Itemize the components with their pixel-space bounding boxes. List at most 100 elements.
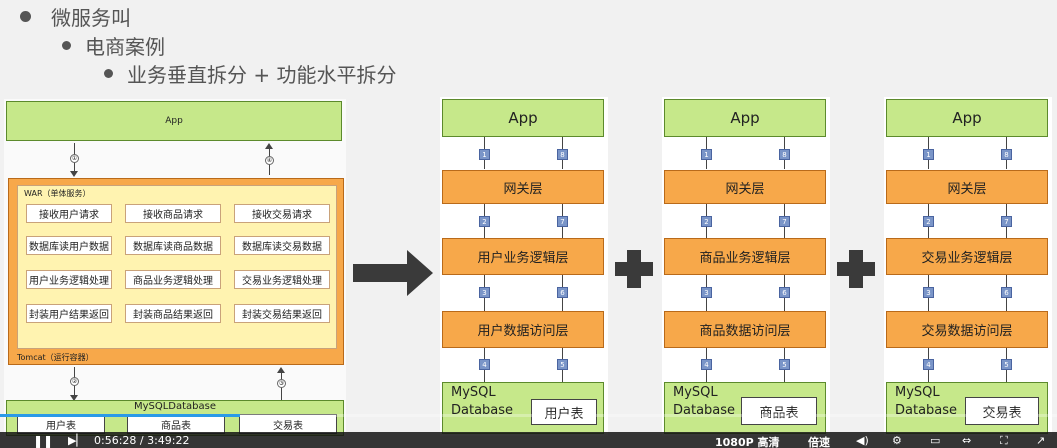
widescreen-icon[interactable]: ⇔	[962, 434, 971, 447]
player-controls: ❚❚ ▶▏ 0:56:28 / 3:49:22 1080P 高清 倍速 ◀) ⚙…	[0, 414, 1057, 448]
step-5: 5	[1001, 359, 1012, 370]
grid-cell: 数据库读用户数据	[26, 236, 112, 255]
bullet-level-1: 微服务叫	[20, 2, 131, 31]
service-stack-trade: App 1 8 网关层 2 7 交易业务逻辑层 3 6 交易数据访问层 4 5 …	[884, 97, 1052, 436]
db-label-1: MySQL	[451, 385, 496, 400]
logic-label: 交易业务逻辑层	[921, 251, 1013, 266]
db-table: 商品表	[741, 397, 817, 425]
app-box: App	[664, 99, 826, 137]
progress-fill	[0, 414, 240, 417]
step-3: 3	[701, 287, 712, 298]
service-stack-user: App 1 8 网关层 2 7 用户业务逻辑层 3 6 用户数据访问层 4 5 …	[440, 97, 608, 436]
next-icon[interactable]: ▶▏	[68, 434, 85, 447]
step-4: 4	[479, 359, 490, 370]
logic-layer: 用户业务逻辑层	[442, 238, 604, 275]
volume-icon[interactable]: ◀)	[856, 434, 869, 447]
dao-label: 用户数据访问层	[477, 324, 569, 339]
gateway-label: 网关层	[725, 181, 765, 197]
settings-icon[interactable]: ⚙	[892, 434, 902, 447]
monolith-diagram: App ① ④ WAR（单体服务） 接收用户请求 接收商品请求 接收交易请求 数…	[4, 99, 346, 436]
quality-button[interactable]: 1080P 高清	[715, 434, 780, 448]
arrow-up-icon	[265, 143, 273, 149]
database-box: MySQL Database 交易表	[886, 382, 1048, 434]
app-box: App	[6, 101, 342, 141]
step-2: 2	[923, 216, 934, 227]
bullet-dot	[20, 11, 31, 22]
db-table: 交易表	[965, 397, 1039, 425]
step-7: 7	[779, 216, 790, 227]
war-box: WAR（单体服务） 接收用户请求 接收商品请求 接收交易请求 数据库读用户数据 …	[17, 185, 337, 349]
logic-layer: 商品业务逻辑层	[664, 238, 826, 275]
app-box: App	[442, 99, 604, 137]
pip-icon[interactable]: ▭	[930, 434, 940, 447]
dao-label: 商品数据访问层	[699, 324, 791, 339]
grid-cell: 交易业务逻辑处理	[234, 270, 330, 289]
share-icon[interactable]: ↗	[1036, 434, 1045, 447]
bullet-text: 微服务叫	[51, 6, 131, 30]
dao-layer: 交易数据访问层	[886, 311, 1048, 348]
step-6: 6	[557, 287, 568, 298]
step-4: 4	[923, 359, 934, 370]
grid-cell: 封装商品结果返回	[125, 304, 221, 323]
progress-bar[interactable]	[0, 414, 1057, 417]
db-label-1: MySQL	[895, 385, 940, 400]
step-5: 5	[557, 359, 568, 370]
speed-button[interactable]: 倍速	[808, 434, 830, 448]
step-3: 3	[923, 287, 934, 298]
app-label: App	[508, 109, 538, 127]
dao-layer: 用户数据访问层	[442, 311, 604, 348]
grid-cell: 数据库读交易数据	[234, 236, 330, 255]
grid-cell: 接收用户请求	[26, 204, 112, 223]
step-3: ③	[277, 379, 286, 388]
grid-cell: 接收商品请求	[125, 204, 221, 223]
plus-icon	[837, 250, 875, 288]
tomcat-label: Tomcat（运行容器）	[17, 353, 94, 362]
grid-cell: 数据库读商品数据	[125, 236, 221, 255]
pause-icon[interactable]: ❚❚	[33, 434, 53, 448]
gateway-label: 网关层	[503, 181, 543, 197]
table-product: 商品表	[127, 414, 225, 434]
plus-icon	[615, 250, 653, 288]
grid-cell: 接收交易请求	[234, 204, 330, 223]
step-6: 6	[779, 287, 790, 298]
step-7: 7	[557, 216, 568, 227]
step-1: ①	[70, 154, 79, 163]
database-box: MySQL Database 商品表	[664, 382, 826, 434]
database-box: MySQLDatabase 用户表 商品表 交易表	[6, 400, 344, 436]
step-8: 8	[557, 149, 568, 160]
arrow-down-icon	[70, 171, 78, 177]
app-label: App	[730, 109, 760, 127]
db-label-1: MySQL	[673, 385, 718, 400]
step-1: 1	[701, 149, 712, 160]
fullscreen-icon[interactable]: ⛶	[1000, 434, 1008, 448]
logic-label: 用户业务逻辑层	[477, 251, 569, 266]
grid-cell: 商品业务逻辑处理	[125, 270, 221, 289]
gateway-label: 网关层	[947, 181, 987, 197]
grid-cell: 用户业务逻辑处理	[26, 270, 112, 289]
logic-label: 商品业务逻辑层	[699, 251, 791, 266]
step-7: 7	[1001, 216, 1012, 227]
step-2: 2	[479, 216, 490, 227]
logic-layer: 交易业务逻辑层	[886, 238, 1048, 275]
dao-label: 交易数据访问层	[921, 324, 1013, 339]
bullet-text: 电商案例	[85, 35, 165, 59]
database-box: MySQL Database 用户表	[442, 382, 604, 434]
step-4: 4	[701, 359, 712, 370]
step-1: 1	[479, 149, 490, 160]
step-1: 1	[923, 149, 934, 160]
database-label: MySQLDatabase	[133, 401, 217, 412]
bullet-level-2: 电商案例	[62, 31, 165, 60]
war-label: WAR（单体服务）	[24, 189, 91, 198]
step-6: 6	[1001, 287, 1012, 298]
app-label: App	[952, 109, 982, 127]
grid-cell: 封装交易结果返回	[234, 304, 330, 323]
app-box: App	[886, 99, 1048, 137]
step-8: 8	[1001, 149, 1012, 160]
grid-cell: 封装用户结果返回	[26, 304, 112, 323]
step-2: 2	[701, 216, 712, 227]
bullet-level-3: 业务垂直拆分 + 功能水平拆分	[104, 59, 396, 88]
db-table: 用户表	[531, 399, 597, 425]
time-display: 0:56:28 / 3:49:22	[94, 434, 190, 447]
dao-layer: 商品数据访问层	[664, 311, 826, 348]
step-8: 8	[779, 149, 790, 160]
